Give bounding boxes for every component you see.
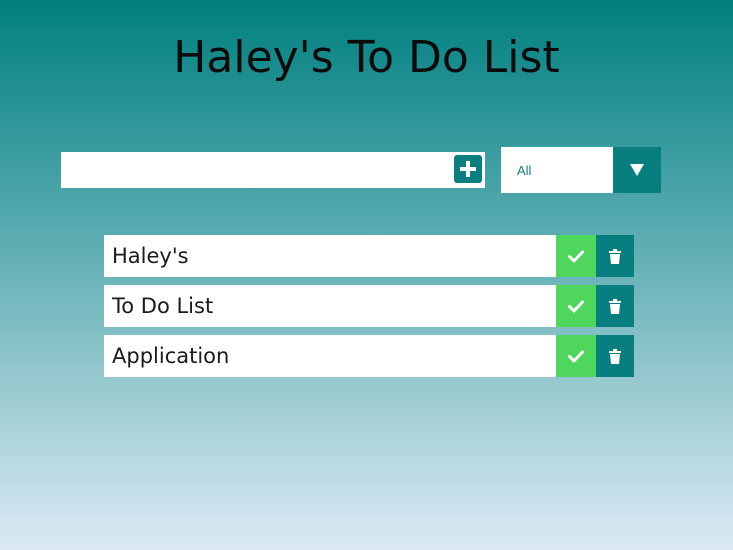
check-icon — [568, 350, 584, 362]
add-todo-button[interactable] — [454, 155, 482, 183]
add-todo-form — [61, 152, 485, 188]
triangle-down-icon — [630, 164, 644, 176]
filter-selected-value: All — [517, 162, 532, 178]
todo-item: Application — [104, 335, 634, 377]
complete-button[interactable] — [556, 335, 596, 377]
todo-item: Haley's — [104, 235, 634, 277]
trash-icon — [609, 248, 621, 264]
filter-dropdown-button[interactable] — [613, 147, 661, 193]
todo-item: To Do List — [104, 285, 634, 327]
delete-button[interactable] — [596, 235, 634, 277]
complete-button[interactable] — [556, 285, 596, 327]
page-title: Haley's To Do List — [173, 32, 560, 83]
todo-list: Haley's To Do List Application — [104, 235, 634, 385]
filter-select[interactable]: All — [501, 147, 661, 193]
delete-button[interactable] — [596, 335, 634, 377]
todo-text: Application — [112, 344, 230, 368]
plus-icon — [460, 161, 476, 177]
delete-button[interactable] — [596, 285, 634, 327]
check-icon — [568, 300, 584, 312]
todo-text: To Do List — [112, 294, 214, 318]
trash-icon — [609, 348, 621, 364]
trash-icon — [609, 298, 621, 314]
complete-button[interactable] — [556, 235, 596, 277]
check-icon — [568, 250, 584, 262]
todo-input[interactable] — [61, 152, 441, 188]
todo-text: Haley's — [112, 244, 189, 268]
